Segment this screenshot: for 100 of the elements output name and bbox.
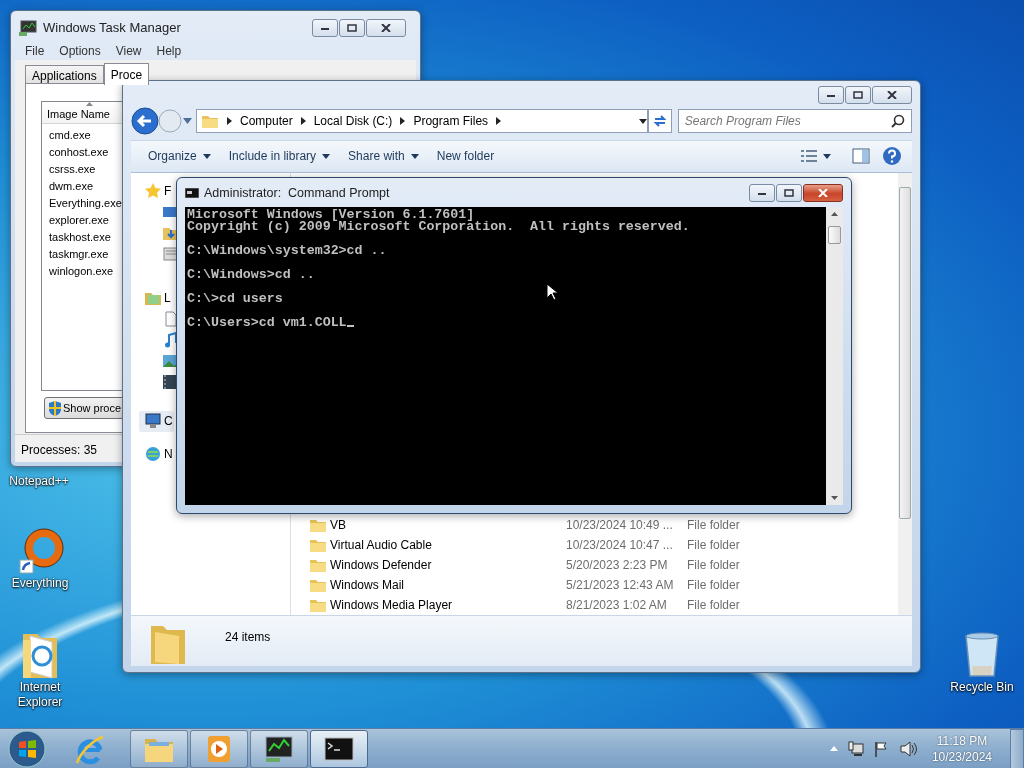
taskbar-button[interactable]: [250, 729, 308, 768]
date-modified: 8/21/2023 1:02 AM: [566, 597, 668, 614]
process-item[interactable]: winlogon.exe: [42, 263, 122, 280]
minimize-button[interactable]: [749, 184, 775, 202]
item-count: 24 items: [225, 629, 271, 646]
process-item[interactable]: conhost.exe: [42, 144, 122, 161]
tab[interactable]: Applications: [25, 65, 104, 85]
menu-item[interactable]: Options: [59, 41, 101, 60]
help-icon[interactable]: [882, 146, 902, 167]
maximize-icon: [347, 24, 357, 32]
nav-item[interactable]: N: [139, 444, 174, 465]
favorites-icon: [145, 183, 161, 200]
file-name[interactable]: Windows Mail: [327, 576, 566, 594]
column-header[interactable]: Image Name: [42, 102, 122, 124]
caret-icon: [823, 153, 831, 159]
nav-item[interactable]: F: [139, 181, 173, 202]
breadcrumb-item[interactable]: Program Files: [413, 112, 489, 131]
taskbar-button[interactable]: [310, 729, 368, 768]
tab[interactable]: Proce: [103, 63, 150, 85]
scrollbar[interactable]: [826, 207, 843, 505]
date-modified: 5/21/2023 12:43 AM: [566, 577, 675, 594]
close-icon: [381, 24, 391, 32]
speaker-icon[interactable]: [899, 740, 918, 757]
maximize-button[interactable]: [845, 85, 871, 104]
maximize-button[interactable]: [776, 184, 802, 202]
windows-logo-icon: [8, 729, 46, 768]
console-line: C:\Windows>cd ..: [187, 269, 316, 281]
process-item[interactable]: explorer.exe: [42, 212, 122, 229]
menu-item[interactable]: View: [115, 41, 142, 60]
column-label: Image Name: [47, 108, 110, 120]
breadcrumb-item[interactable]: Computer: [240, 112, 293, 131]
minimize-button[interactable]: [818, 85, 844, 104]
close-button[interactable]: [803, 184, 843, 202]
file-type: File folder: [687, 577, 740, 594]
close-button[interactable]: [366, 19, 406, 37]
process-item[interactable]: csrss.exe: [42, 161, 122, 178]
document-icon[interactable]: [163, 311, 179, 327]
icon-label[interactable]: Recycle Bin: [947, 680, 1017, 695]
process-item[interactable]: dwm.exe: [42, 178, 122, 195]
file-type: File folder: [687, 537, 740, 554]
file-name[interactable]: Windows Media Player: [327, 596, 566, 614]
status-text: Processes: 35: [21, 443, 98, 457]
window-title: Administrator: Command Prompt: [204, 184, 390, 202]
date-modified: 5/20/2023 2:23 PM: [566, 557, 669, 574]
chevron-icon: [227, 117, 232, 126]
network-icon: [145, 446, 161, 463]
folder-icon: [309, 597, 327, 613]
start-button[interactable]: [8, 729, 46, 768]
close-button[interactable]: [872, 85, 912, 104]
ring-icon: [16, 526, 64, 576]
nav-item[interactable]: C: [139, 411, 174, 432]
libraries-icon: [145, 290, 161, 307]
file-name[interactable]: Windows Defender: [327, 556, 566, 574]
menu-item[interactable]: Help: [156, 41, 182, 60]
process-item[interactable]: taskmgr.exe: [42, 246, 122, 263]
menu-button[interactable]: Share with: [339, 147, 428, 166]
search-field[interactable]: Search Program Files: [677, 109, 912, 134]
chevron-icon: [496, 117, 502, 126]
menu-button[interactable]: Include in library: [219, 147, 340, 166]
scrollbar-thumb[interactable]: [828, 226, 841, 244]
dropdown-arrow-icon[interactable]: [639, 118, 648, 124]
refresh-button[interactable]: [648, 109, 672, 134]
network-icon[interactable]: [847, 740, 864, 757]
date-modified: 10/23/2024 10:47 ...: [566, 537, 674, 554]
console-line: Copyright (c) 2009 Microsoft Corporation. All rights reserved.: [187, 221, 691, 233]
process-item[interactable]: Everything.exe: [42, 195, 122, 212]
menu-item[interactable]: File: [25, 41, 45, 60]
close-icon: [887, 90, 897, 99]
chevron-icon: [300, 117, 306, 126]
maximize-button[interactable]: [339, 19, 365, 37]
command-prompt-icon: [185, 188, 199, 198]
recycle-bin-icon: [962, 630, 1002, 680]
music-icon[interactable]: [163, 332, 179, 348]
file-name[interactable]: VB: [327, 516, 566, 534]
menu-button[interactable]: Organize: [139, 147, 220, 166]
maximize-icon: [784, 189, 794, 197]
scrollbar[interactable]: [898, 173, 912, 615]
back-button-icon[interactable]: [131, 107, 159, 136]
shield-icon: [48, 400, 62, 416]
breadcrumb-item[interactable]: Local Disk (C:): [313, 112, 393, 131]
computer-icon: [145, 413, 161, 430]
address-bar[interactable]: Computer Local Disk (C:) Program Files: [196, 109, 649, 134]
minimize-button[interactable]: [312, 19, 338, 37]
scrollbar-thumb[interactable]: [899, 187, 911, 519]
file-type: File folder: [687, 557, 740, 574]
list-view-icon: [801, 150, 817, 163]
folder-icon: [201, 113, 219, 130]
minimize-icon: [320, 25, 330, 31]
refresh-icon: [653, 114, 668, 129]
toolbar-button[interactable]: New folder: [427, 147, 504, 166]
nav-item[interactable]: L: [139, 288, 172, 309]
console-line: C:\Users>cd vm1.COLL: [187, 317, 824, 329]
minimize-icon: [757, 190, 767, 196]
process-item[interactable]: taskhost.exe: [42, 229, 122, 246]
folder-icon: [309, 577, 327, 593]
file-name[interactable]: Virtual Audio Cable: [327, 536, 566, 554]
process-item[interactable]: cmd.exe: [42, 127, 122, 144]
window-title: Windows Task Manager: [43, 19, 181, 38]
flag-icon[interactable]: [873, 740, 890, 757]
console-line: Microsoft Windows [Version 6.1.7601]: [187, 209, 475, 221]
